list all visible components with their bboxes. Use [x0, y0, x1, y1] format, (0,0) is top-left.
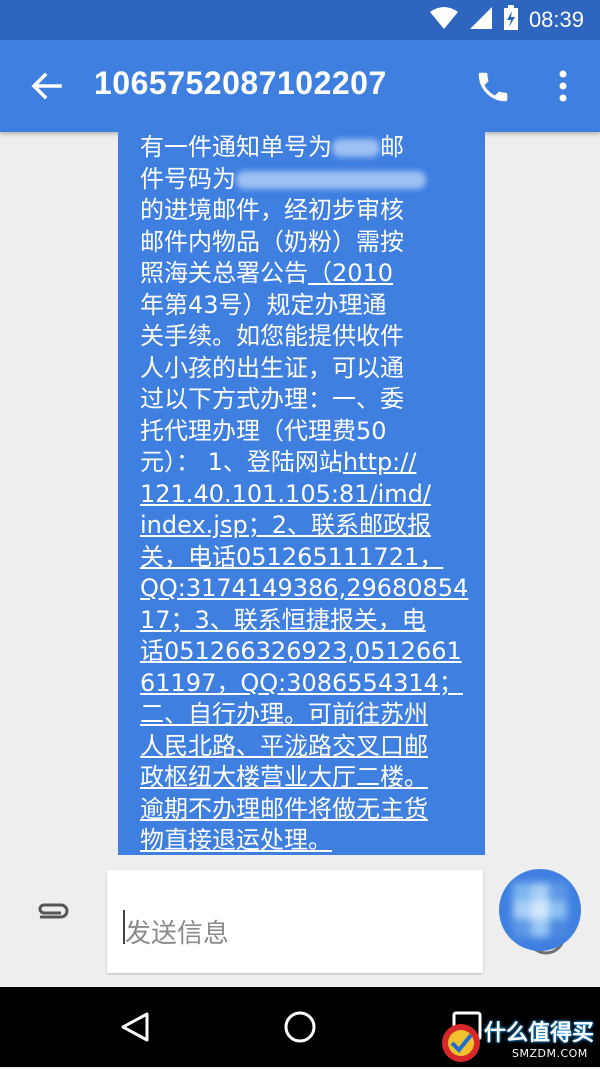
message-segment: 有一件通知单号为 [140, 133, 332, 161]
app-bar: 1065752087102207 [0, 40, 600, 132]
watermark-text: 什么值得买 [484, 1021, 595, 1046]
nav-back-button[interactable] [118, 1010, 152, 1044]
call-button[interactable] [474, 68, 512, 106]
message-line: QQ:3174149386,29680854 [140, 573, 480, 605]
link-text[interactable]: 物直接退运处理。 [140, 826, 332, 854]
message-line: 有一件通知单号为 邮 [140, 132, 480, 164]
link-text[interactable]: index.jsp；2、联系邮政报 [140, 511, 431, 539]
message-line: 121.40.101.105:81/imd/ [140, 479, 480, 511]
link-text[interactable]: 17；3、联系恒捷报关，电 [140, 606, 426, 634]
message-input[interactable]: 发送信息 [107, 870, 566, 973]
back-arrow-icon [28, 72, 64, 108]
send-button[interactable] [499, 869, 581, 951]
message-line: 关，电话051265111721， [140, 542, 480, 574]
message-line: index.jsp；2、联系邮政报 [140, 510, 480, 542]
avatar [513, 883, 567, 937]
link-text[interactable]: （2010 [308, 259, 393, 287]
nav-home-icon [283, 1011, 317, 1048]
message-line: 元）： 1、登陆网站http:// [140, 447, 480, 479]
watermark: 什么值得买 SMZDM.COM [438, 1015, 600, 1067]
message-line: 话051266326923,0512661 [140, 636, 480, 668]
message-thread[interactable]: 有一件通知单号为 邮件号码为的进境邮件，经初步审核 邮件内物品（奶粉）需按 照海关总署… [0, 132, 600, 855]
link-text[interactable]: 人民北路、平泷路交叉口邮 [140, 732, 428, 760]
link-text[interactable]: QQ:3174149386,29680854 [140, 574, 468, 602]
message-segment: 过以下方式办理：一、委 [140, 385, 404, 413]
message-line: 照海关总署公告（2010 [140, 258, 480, 290]
message-bubble[interactable]: 有一件通知单号为 邮件号码为的进境邮件，经初步审核 邮件内物品（奶粉）需按 照海关总署… [118, 132, 485, 855]
link-text[interactable]: 关，电话051265111721， [140, 543, 443, 571]
nav-home-button[interactable] [283, 1010, 317, 1044]
message-line: 二、自行办理。可前往苏州 [140, 699, 480, 731]
message-line: 年第43号）规定办理通 [140, 290, 480, 322]
message-line: 逾期不办理邮件将做无主货 [140, 794, 480, 826]
more-options-button[interactable] [548, 66, 578, 106]
link-text[interactable]: 二、自行办理。可前往苏州 [140, 700, 428, 728]
status-bar: 08:39 [0, 0, 600, 40]
message-segment: 托代理办理（代理费50 [140, 416, 387, 445]
link-text[interactable]: 逾期不办理邮件将做无主货 [140, 795, 428, 823]
message-segment: 件号码为 [140, 164, 236, 193]
message-line: 物直接退运处理。 [140, 825, 480, 855]
message-segment: 邮 [380, 133, 404, 161]
status-icons: 08:39 [429, 5, 584, 35]
wifi-icon [429, 6, 459, 34]
message-line: 件号码为 [140, 164, 480, 196]
message-line: 关手续。如您能提供收件 [140, 321, 480, 353]
message-line: 政枢纽大楼营业大厅二楼。 [140, 762, 480, 794]
message-segment: 元）： 1、登陆网站 [140, 448, 343, 476]
message-line: 人小孩的出生证，可以通 [140, 353, 480, 385]
link-text[interactable]: 121.40.101.105:81/imd/ [140, 480, 431, 508]
phone-icon [474, 72, 512, 110]
attach-button[interactable] [34, 897, 72, 937]
back-button[interactable] [28, 68, 64, 104]
watermark-logo-icon [438, 1021, 484, 1065]
battery-charging-icon [503, 5, 519, 35]
redacted-text [236, 170, 426, 189]
message-segment: 照海关总署公告 [140, 259, 308, 287]
message-segment: 关手续。如您能提供收件 [140, 322, 404, 350]
compose-bar: 发送信息 [0, 855, 600, 987]
link-text[interactable]: http:// [343, 448, 417, 476]
watermark-subtext: SMZDM.COM [512, 1047, 588, 1060]
link-text[interactable]: 政枢纽大楼营业大厅二楼。 [140, 763, 428, 791]
message-line: 61197，QQ:3086554314； [140, 668, 480, 700]
link-text[interactable]: 话051266326923,0512661 [140, 637, 462, 665]
conversation-title: 1065752087102207 [94, 65, 387, 101]
message-input-placeholder: 发送信息 [125, 919, 230, 949]
link-text[interactable]: 61197，QQ:3086554314； [140, 669, 463, 697]
more-vert-icon [548, 70, 578, 110]
status-time: 08:39 [528, 7, 584, 32]
message-line: 托代理办理（代理费50 [140, 416, 480, 448]
redacted-text [332, 139, 380, 157]
message-line: 邮件内物品（奶粉）需按 [140, 227, 480, 259]
message-segment: 人小孩的出生证，可以通 [140, 353, 404, 382]
nav-back-icon [118, 1012, 152, 1048]
message-segment: 年第43号）规定办理通 [140, 290, 387, 319]
message-line: 的进境邮件，经初步审核 [140, 195, 480, 227]
message-text: 有一件通知单号为 邮件号码为的进境邮件，经初步审核 邮件内物品（奶粉）需按 照海关总署… [140, 132, 480, 855]
cellular-signal-icon [469, 6, 493, 34]
message-segment: 邮件内物品（奶粉）需按 [140, 227, 404, 256]
message-segment: 的进境邮件，经初步审核 [140, 196, 404, 224]
attachment-icon [34, 903, 72, 941]
message-line: 过以下方式办理：一、委 [140, 384, 480, 416]
message-line: 人民北路、平泷路交叉口邮 [140, 731, 480, 763]
message-line: 17；3、联系恒捷报关，电 [140, 605, 480, 637]
